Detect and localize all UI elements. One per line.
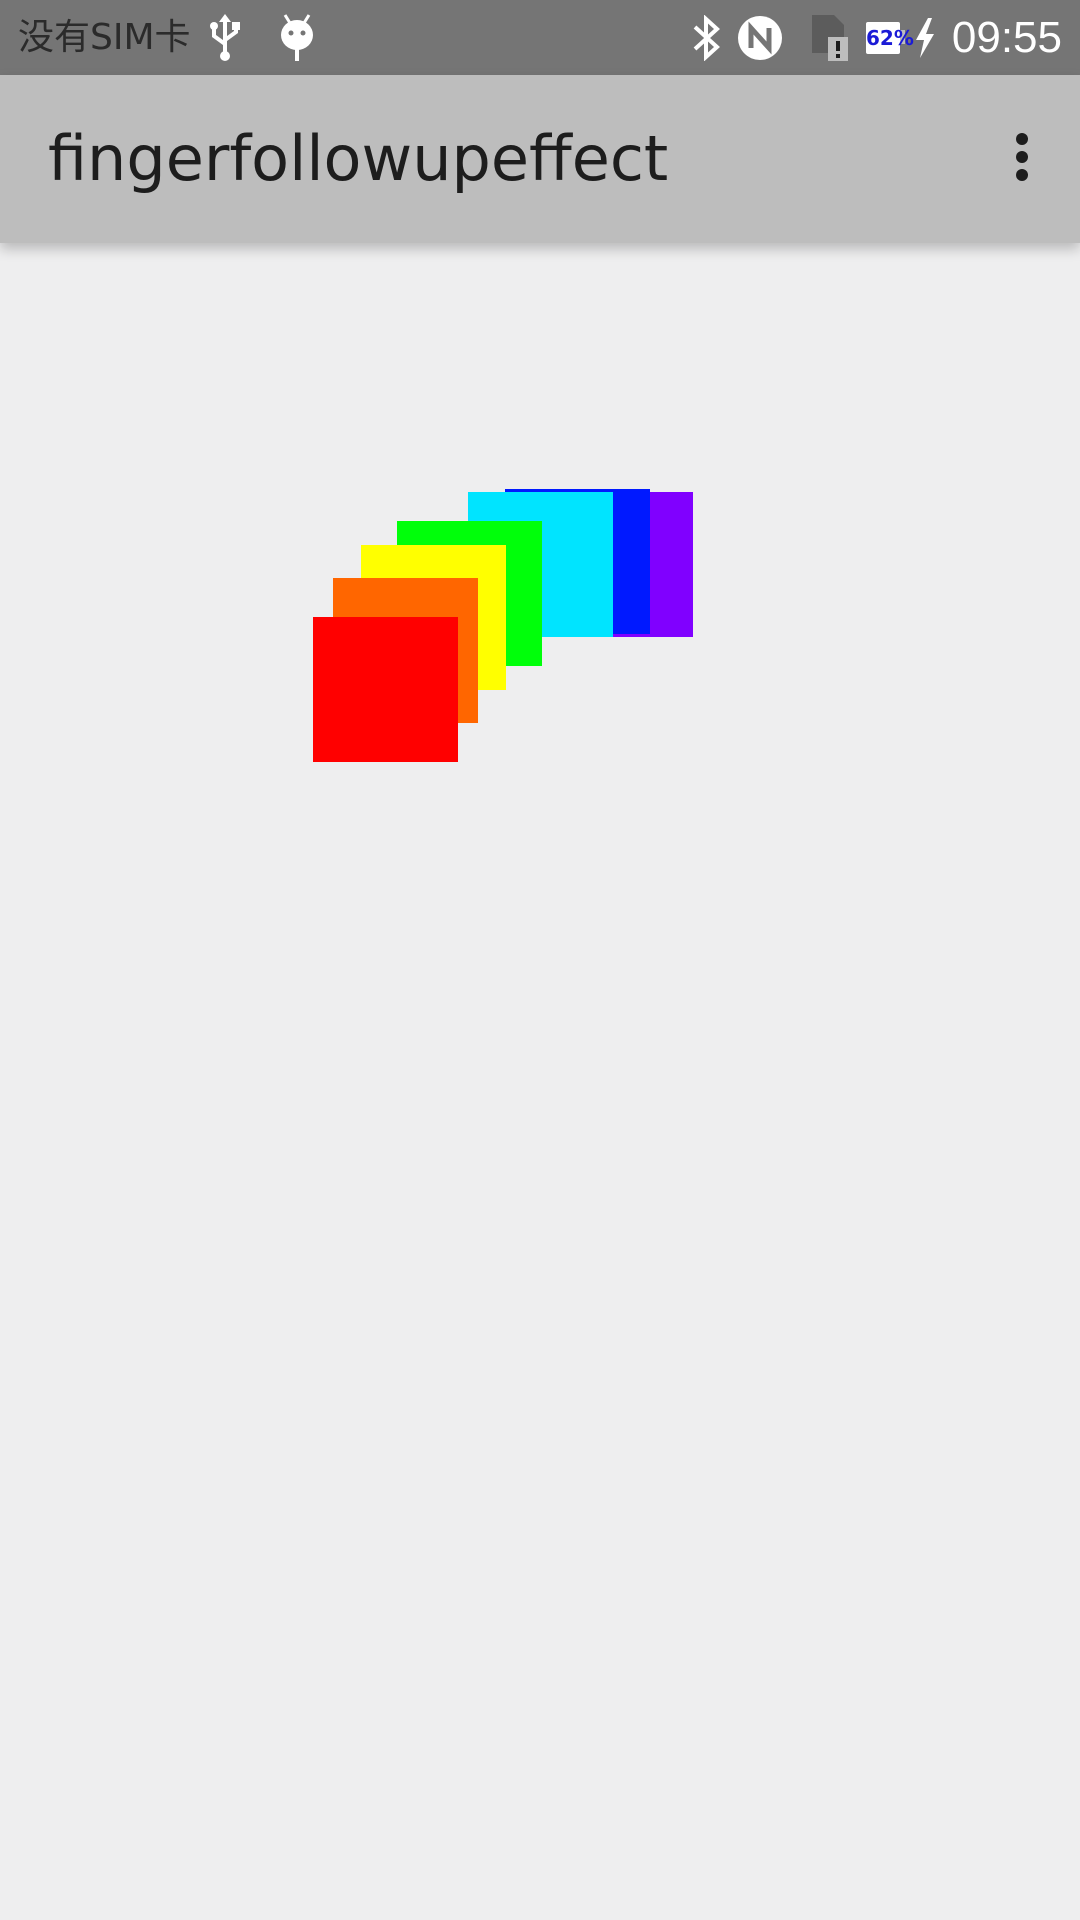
android-debug-icon [275,0,319,75]
page-title: fingerfollowupeffect [48,122,669,195]
carrier-label: 没有SIM卡 [18,17,191,58]
content-area [0,243,1080,1920]
overflow-dot [1016,169,1028,181]
bluetooth-icon [688,0,724,75]
sim-alert-icon [808,0,852,75]
status-bar: 没有SIM卡 62% 09:55 [0,0,1080,75]
more-vert-icon[interactable] [982,107,1062,207]
overflow-dot [1016,151,1028,163]
clock: 09:55 [951,13,1062,62]
app-bar: fingerfollowupeffect [0,75,1080,243]
battery-level: 62% [866,26,914,50]
red-square[interactable] [313,617,458,762]
charging-icon [910,0,940,75]
overflow-dot [1016,133,1028,145]
usb-icon [205,0,245,75]
nfc-icon [736,0,784,75]
